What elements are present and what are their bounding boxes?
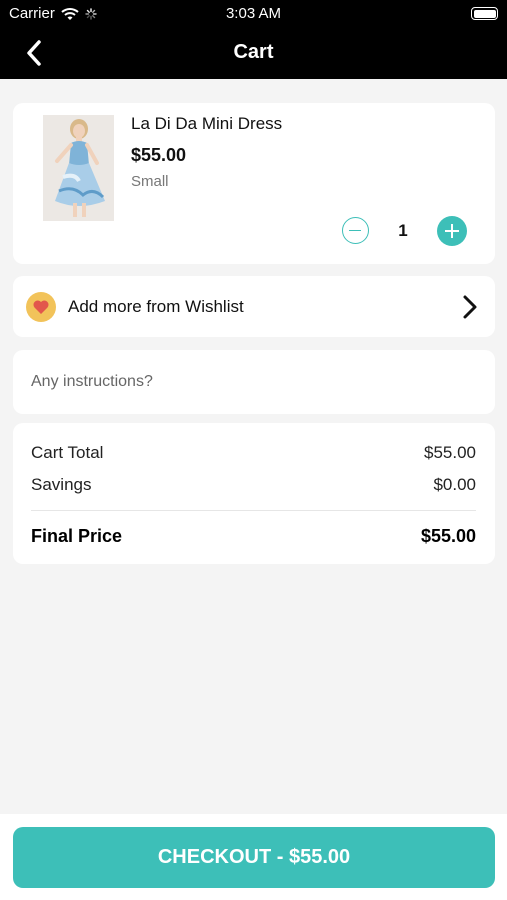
- quantity-value: 1: [398, 221, 408, 240]
- instructions-card: [13, 350, 495, 414]
- battery-icon: [471, 7, 498, 20]
- page-title: Cart: [233, 41, 274, 63]
- final-price-label: Final Price: [31, 526, 123, 546]
- product-thumbnail[interactable]: [43, 115, 114, 221]
- product-size: Small: [131, 173, 169, 190]
- status-time: 3:03 AM: [225, 5, 282, 22]
- product-name[interactable]: La Di Da Mini Dress: [131, 114, 282, 134]
- minus-icon[interactable]: [342, 217, 369, 244]
- checkout-button[interactable]: CHECKOUT - $55.00: [13, 827, 495, 888]
- wishlist-row[interactable]: Add more from Wishlist: [13, 276, 495, 337]
- summary-divider: [31, 510, 476, 511]
- product-price: $55.00: [131, 145, 187, 165]
- cart-total-label: Cart Total: [31, 443, 104, 462]
- savings-value: $0.00: [433, 475, 476, 494]
- plus-icon[interactable]: [437, 216, 467, 246]
- chevron-right-icon: [463, 295, 477, 319]
- instructions-input[interactable]: [31, 368, 481, 396]
- cart-total-value: $55.00: [424, 443, 476, 462]
- heart-icon: [26, 292, 56, 322]
- price-summary-card: Cart Total $55.00 Savings $0.00 Final Pr…: [13, 423, 495, 564]
- nav-bar: Cart: [0, 28, 507, 79]
- final-price-value: $55.00: [420, 526, 476, 546]
- savings-label: Savings: [31, 475, 92, 494]
- wishlist-label: Add more from Wishlist: [68, 297, 244, 316]
- status-bar: Carrier 3:03 AM: [0, 0, 507, 28]
